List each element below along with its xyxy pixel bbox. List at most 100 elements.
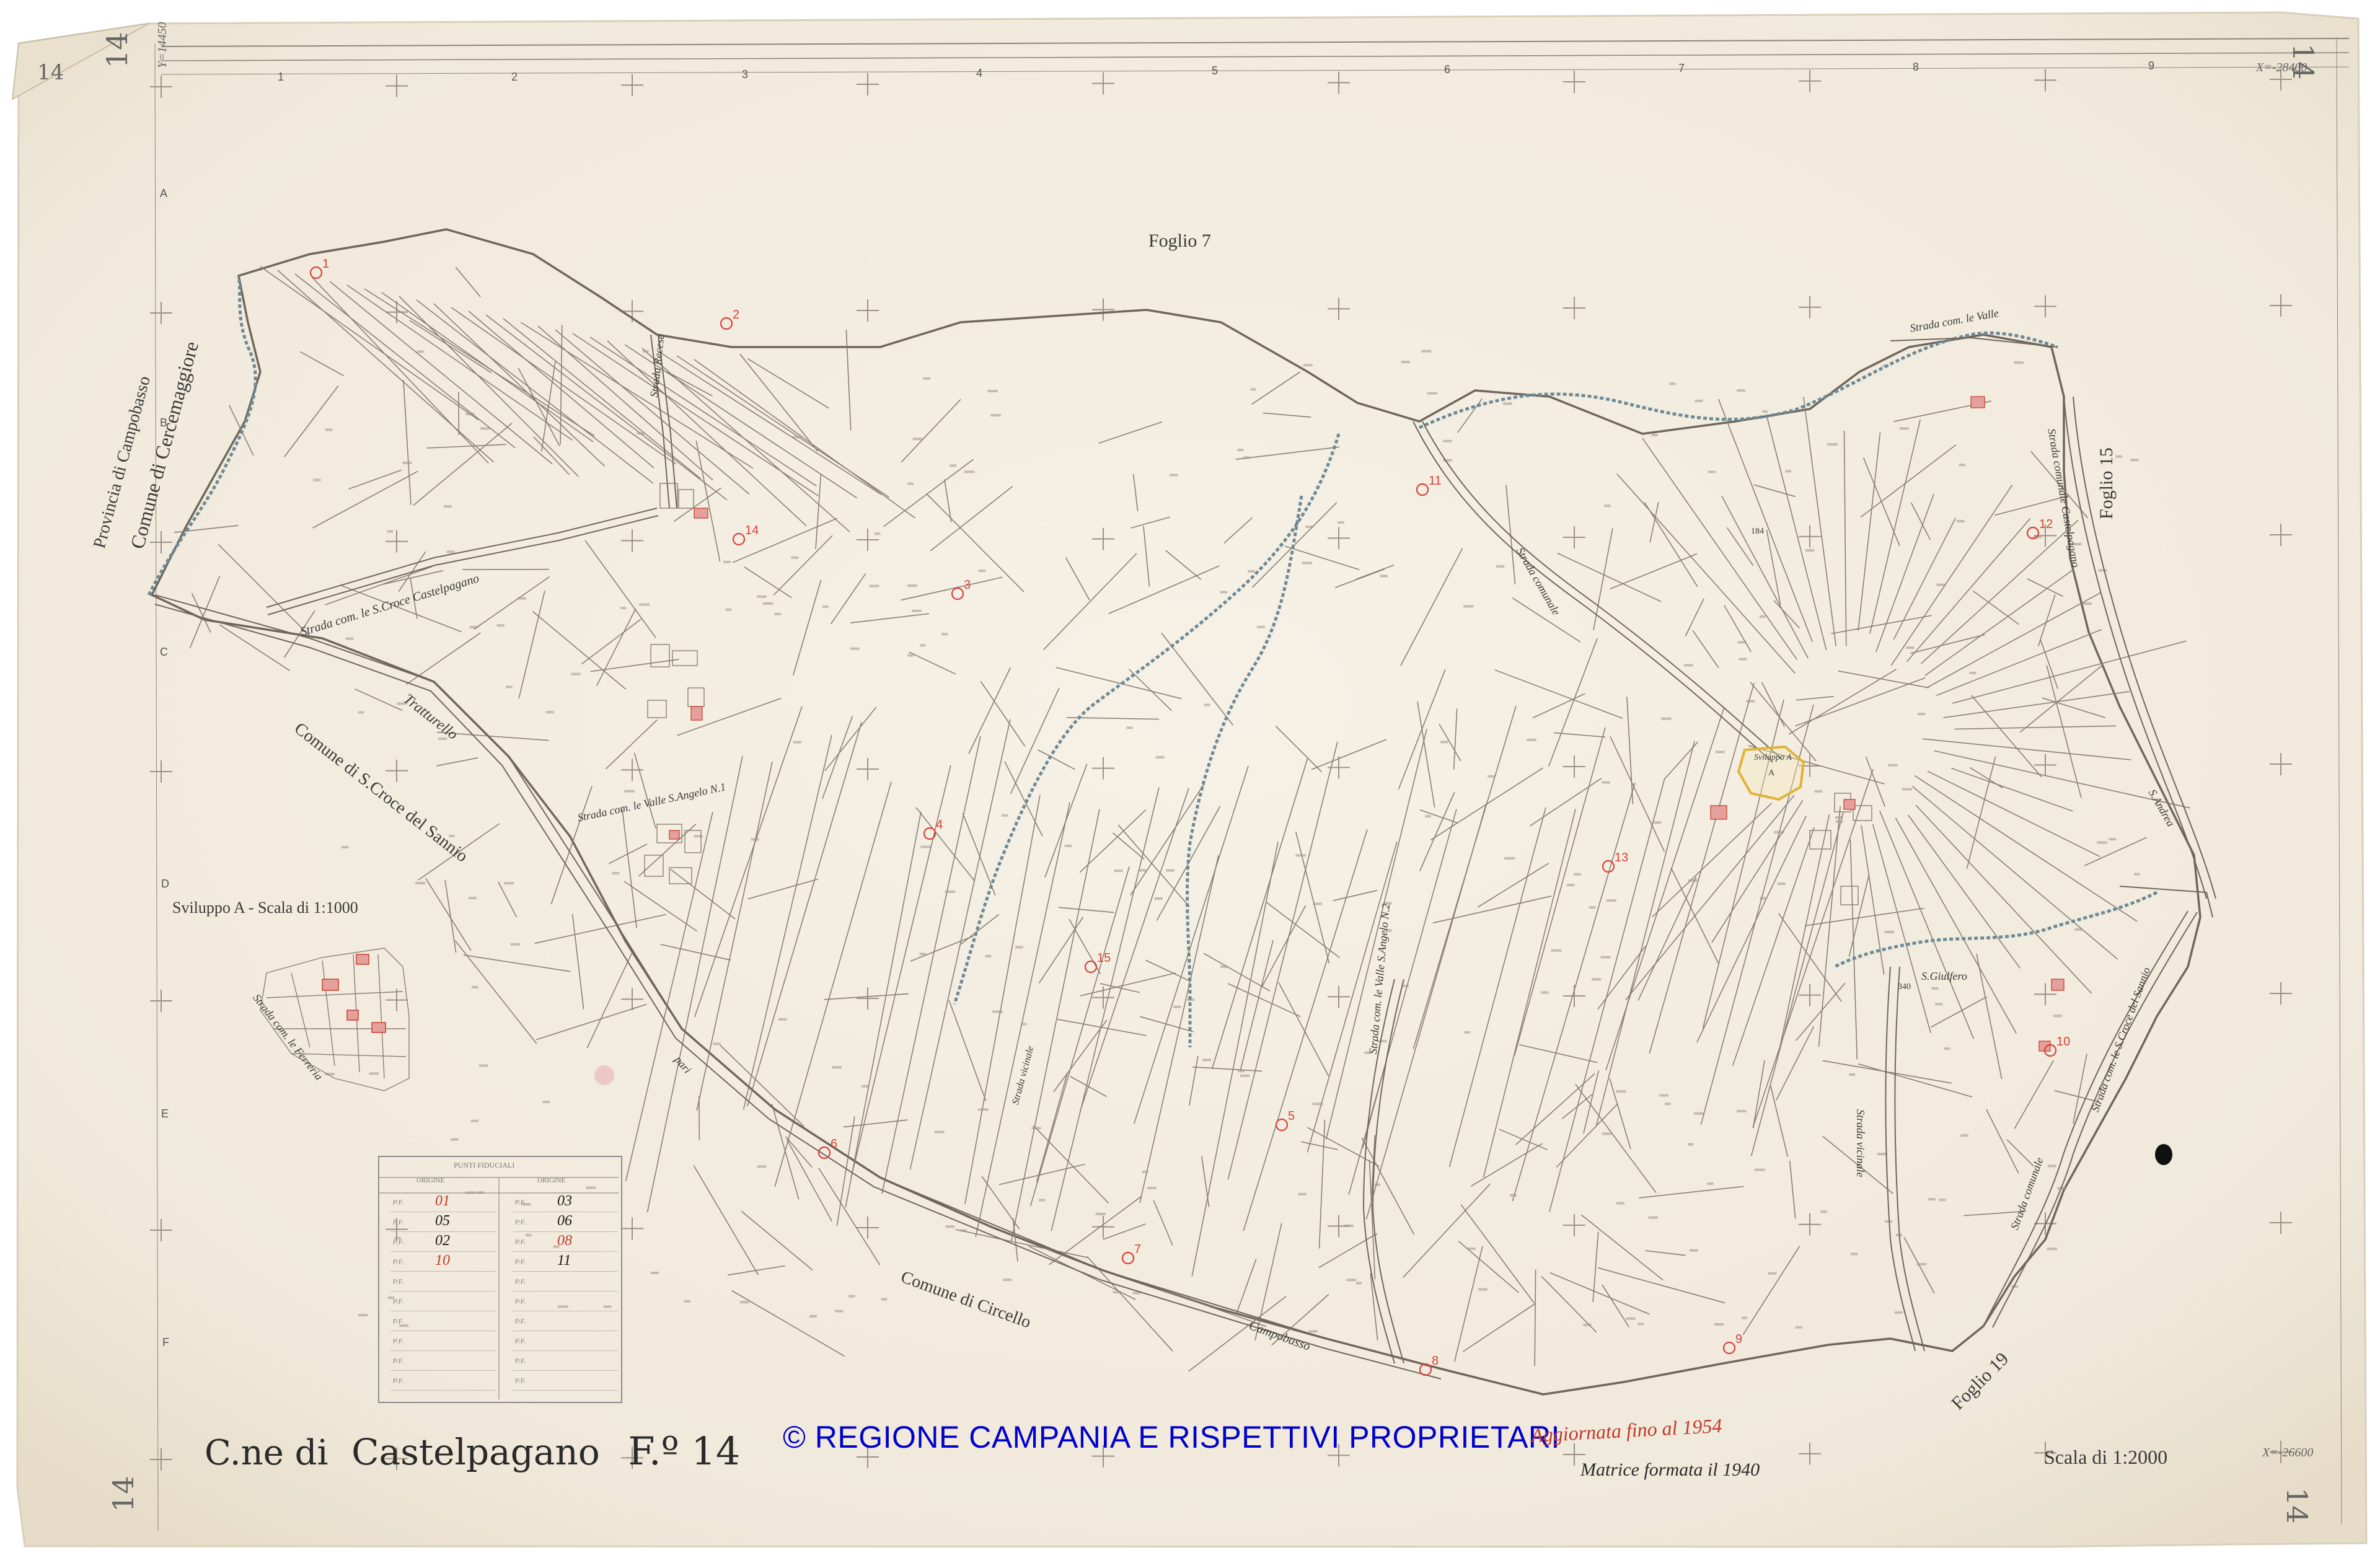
parcel-number-mark xyxy=(1774,830,1784,834)
parcel-number-mark xyxy=(793,741,801,744)
parcel-number-mark xyxy=(1202,1058,1211,1062)
table-row: P.F. xyxy=(513,1312,618,1331)
table-row: P.F. xyxy=(390,1371,496,1391)
parcel-number-mark xyxy=(1510,1194,1517,1197)
parcel-number-mark xyxy=(1401,361,1410,364)
parcel-number-mark xyxy=(510,943,521,946)
parcel-number-mark xyxy=(1906,646,1915,649)
red-marker-number: 13 xyxy=(1615,851,1628,865)
parcel-number-mark xyxy=(1374,1183,1381,1186)
parcel-number-mark xyxy=(1312,1102,1323,1106)
parcel-number-mark xyxy=(1637,1323,1644,1326)
grid-col-6: 6 xyxy=(1444,63,1450,76)
parcel-number-mark xyxy=(1142,1170,1148,1173)
table-row-value: 05 xyxy=(435,1213,450,1229)
grid-col-7: 7 xyxy=(1678,62,1685,74)
red-marker-number: 14 xyxy=(745,524,759,537)
parcel-number-mark xyxy=(1170,473,1178,477)
grid-col-8: 8 xyxy=(1913,61,1919,73)
parcel-label-340: 340 xyxy=(1898,982,1911,992)
table-row: P.F. 10 xyxy=(390,1252,496,1272)
fiducial-points-table: PUNTI FIDUCIALI ORIGINE ORIGINE P.F. 01 P.… xyxy=(378,1156,622,1403)
red-marker-number: 15 xyxy=(1097,951,1111,965)
sviluppo-a-letter: A xyxy=(1768,768,1775,778)
parcel-number-mark xyxy=(1688,1143,1694,1146)
parcel-number-mark xyxy=(832,1066,842,1069)
parcel-number-mark xyxy=(504,882,514,885)
red-marker-number: 3 xyxy=(964,578,971,592)
parcel-number-mark xyxy=(1589,906,1596,909)
parcel-number-mark xyxy=(470,1119,479,1122)
parcel-number-mark xyxy=(325,428,333,431)
parcel-number-mark xyxy=(1001,814,1008,817)
parcel-number-mark xyxy=(1956,520,1965,522)
parcel-number-mark xyxy=(1003,1279,1011,1282)
foglio-east-label: Foglio 15 xyxy=(2096,447,2117,519)
table-row-value: 02 xyxy=(435,1233,450,1249)
parcel-number-mark xyxy=(822,605,829,608)
parcel-number-mark xyxy=(1302,561,1312,565)
parcel-number-mark xyxy=(1759,615,1766,618)
parcel-number-mark xyxy=(1602,1132,1612,1135)
parcel-number-mark xyxy=(1021,1023,1027,1026)
parcel-number-mark xyxy=(1343,1224,1354,1227)
parcel-number-mark xyxy=(1616,1090,1626,1093)
grid-col-5: 5 xyxy=(1212,64,1218,77)
parcel-number-mark xyxy=(1295,854,1306,857)
parcel-number-mark xyxy=(1338,521,1345,524)
parcel-number-mark xyxy=(725,608,732,611)
parcel-number-mark xyxy=(1064,844,1072,847)
red-marker-number: 12 xyxy=(2039,517,2053,531)
parcel-number-mark xyxy=(1894,1311,1903,1314)
parcel-number-mark xyxy=(960,1229,967,1232)
parcel-number-mark xyxy=(1969,671,1977,674)
road-label-vicinale: Strada vicinale xyxy=(1854,1109,1867,1177)
parcel-number-mark xyxy=(1714,1323,1724,1326)
table-row-prefix: P.F. xyxy=(515,1358,526,1365)
table-row-prefix: P.F. xyxy=(515,1239,526,1246)
parcel-number-mark xyxy=(1626,1317,1636,1320)
parcel-number-mark xyxy=(1238,1070,1245,1073)
foglio-north-label: Foglio 7 xyxy=(1148,231,1211,251)
parcel-number-mark xyxy=(1031,1127,1041,1130)
parcel-number-mark xyxy=(1220,965,1228,968)
parcel-number-mark xyxy=(1960,1134,1968,1137)
parcel-number-mark xyxy=(1888,764,1898,767)
parcel-number-mark xyxy=(1600,956,1611,959)
parcel-number-mark xyxy=(345,637,354,640)
parcel-number-mark xyxy=(1707,1182,1714,1185)
parcel-number-mark xyxy=(542,1101,550,1104)
parcel-number-mark xyxy=(1166,869,1175,872)
parcel-number-mark xyxy=(1464,1031,1470,1034)
parcel-number-mark xyxy=(1602,781,1610,784)
parcel-number-mark xyxy=(1693,1112,1704,1115)
parcel-number-mark xyxy=(964,470,975,473)
red-marker-number: 5 xyxy=(1288,1109,1295,1123)
parcel-number-mark xyxy=(757,595,767,598)
parcel-number-mark xyxy=(416,350,424,353)
parcel-number-mark xyxy=(1095,1212,1106,1215)
parcel-number-mark xyxy=(1768,1272,1777,1275)
parcel-number-mark xyxy=(1305,526,1314,529)
parcel-number-mark xyxy=(358,1314,368,1317)
table-row-value: 03 xyxy=(557,1193,572,1209)
title-folio: F.º 14 xyxy=(628,1428,741,1474)
coord-top-left: Y=14450 xyxy=(156,22,169,68)
table-row: P.F. xyxy=(390,1272,496,1292)
table-row-value: 01 xyxy=(435,1193,450,1209)
parcel-number-mark xyxy=(469,897,477,900)
corner-mark-bl: 14 xyxy=(107,1476,140,1512)
road-label-sgiulfero: S.Giulfero xyxy=(1921,970,1967,982)
parcel-number-mark xyxy=(1659,1094,1668,1097)
parcel-number-mark xyxy=(934,1130,945,1133)
parcel-number-mark xyxy=(2098,569,2107,572)
parcel-number-mark xyxy=(571,672,581,676)
corner-mark-tl: 14 xyxy=(100,32,134,68)
title-prefix: C.ne di xyxy=(205,1433,328,1473)
corner-mark-br: 14 xyxy=(2280,1487,2314,1524)
parcel-number-mark xyxy=(1421,350,1432,353)
parcel-number-mark xyxy=(1466,1247,1476,1250)
parcel-number-mark xyxy=(1916,1262,1927,1265)
sviluppo-a-map-label: Sviluppo A xyxy=(1754,753,1792,762)
parcel-number-mark xyxy=(1928,1198,1936,1201)
